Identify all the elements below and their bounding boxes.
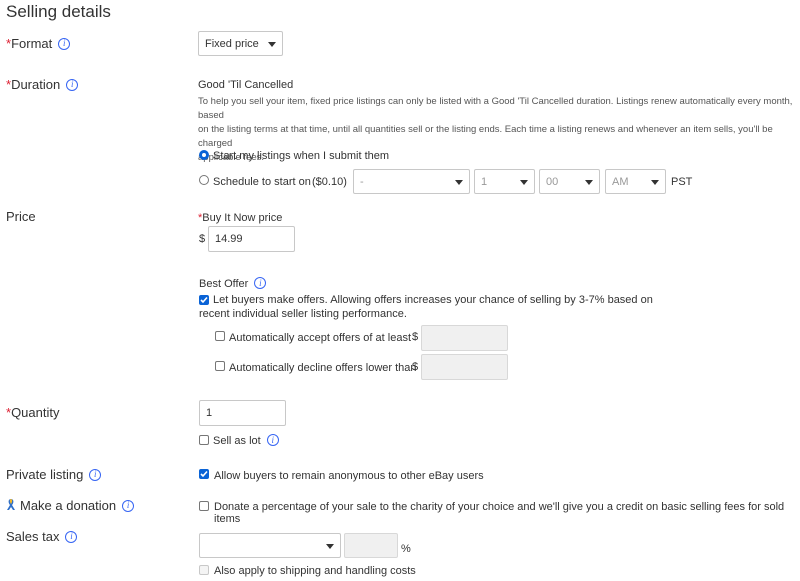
format-label: *Format i xyxy=(6,36,71,51)
auto-accept-checkbox[interactable] xyxy=(215,331,225,341)
duration-value: Good 'Til Cancelled xyxy=(198,79,294,91)
donation-label: Make a donation i xyxy=(6,498,135,513)
format-select[interactable]: Fixed price xyxy=(198,31,283,56)
section-title: Selling details xyxy=(6,2,111,21)
apply-shipping-label: Also apply to shipping and handling cost… xyxy=(214,565,416,577)
price-label: Price xyxy=(6,209,36,224)
apply-shipping-checkbox[interactable] xyxy=(199,565,209,575)
auto-accept-currency: $ xyxy=(412,331,419,343)
allow-offers-checkbox[interactable] xyxy=(199,295,209,305)
info-icon[interactable]: i xyxy=(266,434,279,447)
sales-tax-percent-input[interactable] xyxy=(344,533,398,558)
sales-tax-state-select[interactable] xyxy=(199,533,341,558)
ribbon-icon xyxy=(7,499,15,510)
chevron-down-icon xyxy=(651,179,659,185)
private-listing-checkbox-label: Allow buyers to remain anonymous to othe… xyxy=(214,470,484,482)
info-icon[interactable]: i xyxy=(65,530,78,543)
auto-decline-currency: $ xyxy=(412,361,419,373)
donation-checkbox-label: Donate a percentage of your sale to the … xyxy=(214,501,785,525)
sell-as-lot-checkbox[interactable] xyxy=(199,435,209,445)
start-now-label: Start my listings when I submit them xyxy=(213,150,390,162)
info-icon[interactable]: i xyxy=(254,277,267,290)
chevron-down-icon xyxy=(268,41,276,47)
duration-label: *Duration i xyxy=(6,77,79,92)
chevron-down-icon xyxy=(455,179,463,185)
auto-accept-input[interactable] xyxy=(421,325,508,351)
allow-offers-label: Let buyers make offers. Allowing offers … xyxy=(213,294,653,306)
chevron-down-icon xyxy=(520,179,528,185)
schedule-radio[interactable] xyxy=(199,175,209,185)
sell-as-lot-label: Sell as lot i xyxy=(213,434,279,447)
price-currency: $ xyxy=(199,233,206,245)
schedule-label: Schedule to start on xyxy=(213,176,311,188)
timezone-label: PST xyxy=(671,176,693,188)
price-input[interactable]: 14.99 xyxy=(208,226,295,252)
private-listing-label: Private listing i xyxy=(6,467,102,482)
schedule-ampm-select[interactable]: AM xyxy=(605,169,666,194)
schedule-fee: ($0.10) xyxy=(312,176,347,188)
auto-decline-checkbox[interactable] xyxy=(215,361,225,371)
chevron-down-icon xyxy=(326,543,334,549)
buy-it-now-label: *Buy It Now price xyxy=(198,212,283,224)
quantity-input[interactable]: 1 xyxy=(199,400,286,426)
chevron-down-icon xyxy=(585,179,593,185)
quantity-label: *Quantity xyxy=(6,405,60,420)
auto-decline-input[interactable] xyxy=(421,354,508,380)
info-icon[interactable]: i xyxy=(66,78,79,91)
donation-checkbox[interactable] xyxy=(199,501,209,511)
info-icon[interactable]: i xyxy=(89,468,102,481)
best-offer-label: Best Offer i xyxy=(199,277,267,290)
auto-decline-label: Automatically decline offers lower than xyxy=(229,362,417,374)
start-now-radio[interactable] xyxy=(199,150,209,160)
allow-offers-label-continued: recent individual seller listing perform… xyxy=(199,308,407,320)
info-icon[interactable]: i xyxy=(58,37,71,50)
auto-accept-label: Automatically accept offers of at least xyxy=(229,332,411,344)
schedule-minute-select[interactable]: 00 xyxy=(539,169,600,194)
info-icon[interactable]: i xyxy=(122,499,135,512)
percent-symbol: % xyxy=(401,543,411,555)
schedule-hour-select[interactable]: 1 xyxy=(474,169,535,194)
private-listing-checkbox[interactable] xyxy=(199,469,209,479)
schedule-date-select[interactable]: - xyxy=(353,169,470,194)
sales-tax-label: Sales tax i xyxy=(6,529,78,544)
